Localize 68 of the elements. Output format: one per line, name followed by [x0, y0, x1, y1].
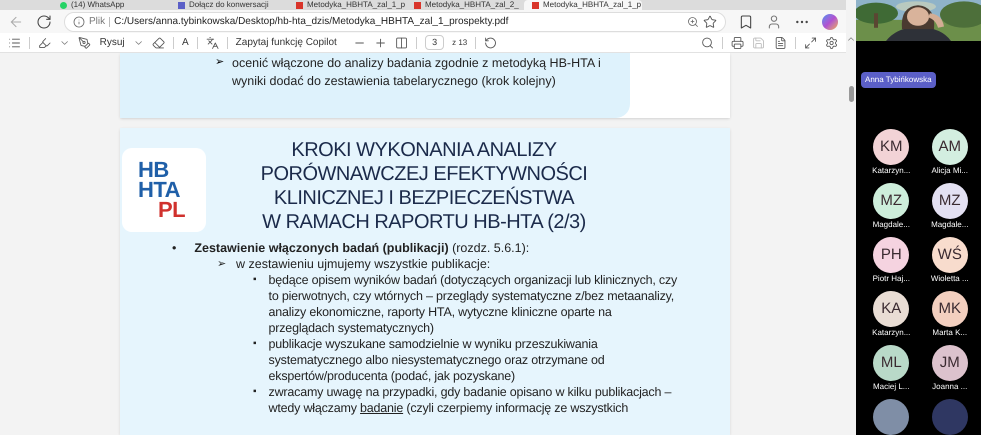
square-bullet: ▪ — [253, 273, 257, 287]
participant-name: Magdale... — [872, 219, 910, 231]
url-text: C:/Users/anna.tybinkowska/Desktop/hb-hta_dzis/Metodyka_HBHTA_zal_1_prospekty.pdf — [114, 15, 510, 29]
avatar[interactable]: KM — [873, 129, 910, 165]
participant-name: Katarzyn... — [872, 165, 910, 177]
address-bar[interactable]: Plik C:/Users/anna.tybinkowska/Desktop/hb-hta_dzis/Metodyka_HBHTA_zal_1_prospekty.pdf — [64, 12, 726, 32]
arrow-bullet: ➢ — [217, 257, 226, 272]
star-icon[interactable] — [703, 14, 717, 28]
participant-name: Wioletta ... — [930, 273, 969, 285]
square-bullet: ▪ — [253, 337, 257, 351]
translate-icon[interactable] — [206, 36, 219, 50]
participant-name: Marta K... — [932, 327, 968, 339]
fit-page-icon[interactable] — [395, 36, 408, 50]
rotate-icon[interactable] — [484, 36, 498, 50]
avatar[interactable]: WŚ — [932, 237, 968, 273]
participant-name: Piotr Haj... — [872, 273, 910, 285]
participant-name: Joanna ... — [932, 381, 968, 393]
page-count: z 13 — [452, 36, 468, 48]
avatar[interactable] — [873, 399, 910, 435]
avatar[interactable]: AM — [932, 129, 968, 165]
browser-tab[interactable]: (14) WhatsApp — [52, 0, 170, 10]
copilot-button[interactable]: Zapytaj funkcję Copilot — [236, 35, 337, 50]
slide-text: ocenić włączone do analizy badania zgodnie z metodyką HB-HTA i wyniki dodać do zestawienia tabelarycznego (krok kolejny) — [232, 55, 602, 90]
browser-tab[interactable]: Metodyka_HBHTA_zal_1_p — [524, 0, 642, 10]
save-as-icon[interactable] — [774, 36, 787, 50]
name-tag: Anna Tybińkowska — [861, 72, 936, 88]
settings-icon[interactable] — [824, 36, 838, 50]
browser-tab[interactable]: Metodyka_HBHTA_zal_1_p — [288, 0, 406, 10]
slide-text: w zestawieniu ujmujemy wszystkie publikacje: — [236, 256, 490, 272]
fullscreen-icon[interactable] — [804, 36, 817, 50]
avatar[interactable]: MZ — [873, 183, 910, 219]
participant-name: Magdale... — [931, 219, 968, 231]
info-icon — [73, 16, 85, 28]
slide-text: publikacje wyszukane samodzielnie w wyniku przeszukiwania systematycznego albo niesystematycznego oraz otrzymane od ekspertów/producenta (podać, jak pozyskane) — [268, 336, 606, 384]
slide-text: zwracamy uwagę na przypadki, gdy badanie opisano w kilku publikacjach – wtedy włączamy badanie (czyli czerpiemy informację ze wszystkich — [268, 384, 672, 416]
participant-name: Alicja Mi... — [932, 165, 968, 177]
square-bullet: ▪ — [253, 385, 257, 399]
browser-tab[interactable]: Dołącz do konwersacji — [170, 0, 288, 10]
avatar[interactable]: ML — [873, 345, 910, 381]
participant-name: Katarzyn... — [872, 327, 910, 339]
avatar[interactable]: MZ — [932, 183, 968, 219]
slide-title: KROKI WYKONANIA ANALIZY PORÓWNAWCZEJ EFEKTYWNOŚCI KLINICZNEJ I BEZPIECZEŃSTWA W RAMACH RAPORTU HB-HTA (2/3) — [260, 138, 588, 234]
highlighter-icon[interactable] — [38, 36, 52, 50]
refresh-icon[interactable] — [36, 14, 52, 30]
print-icon[interactable] — [731, 36, 744, 50]
profile-icon[interactable] — [766, 14, 782, 30]
avatar[interactable]: JM — [932, 345, 968, 381]
browser-tab[interactable]: Metodyka_HBHTA_zal_2_ — [406, 0, 524, 10]
avatar[interactable]: PH — [873, 237, 910, 273]
read-aloud-button[interactable]: A — [182, 35, 189, 50]
slide-text: będące opisem wyników badań (dotyczących organizacji lub klinicznych, czy to pierwotnych, czy wtórnych – przeglądy systematyczne z/bez metaanalizy, analizy ekonomiczne, raporty HTA, wytyczne kliniczne oparte na przeglądach systematycznych) — [268, 272, 678, 336]
slide-text: Zestawienie włączonych badań (publikacji) (rozdz. 5.6.1): — [194, 240, 530, 256]
arrow-bullet: ➢ — [215, 55, 224, 70]
draw-button[interactable]: Rysuj — [100, 35, 125, 50]
scheme-label: Plik — [89, 15, 106, 29]
zoom-icon[interactable] — [687, 16, 699, 28]
scrollbar-thumb[interactable] — [848, 86, 854, 102]
bullet: • — [172, 240, 176, 256]
participant-name: Maciej L... — [873, 381, 910, 393]
page-number-field[interactable]: 3 — [425, 35, 444, 50]
favorites-icon[interactable] — [738, 14, 754, 30]
copilot-icon[interactable] — [822, 14, 838, 30]
logo: HB HTA PL — [122, 148, 206, 232]
search-icon[interactable] — [701, 36, 714, 50]
avatar[interactable]: MK — [932, 291, 968, 327]
eraser-icon[interactable] — [152, 36, 166, 50]
avatar[interactable]: KA — [873, 291, 910, 327]
pen-icon[interactable] — [78, 36, 92, 50]
